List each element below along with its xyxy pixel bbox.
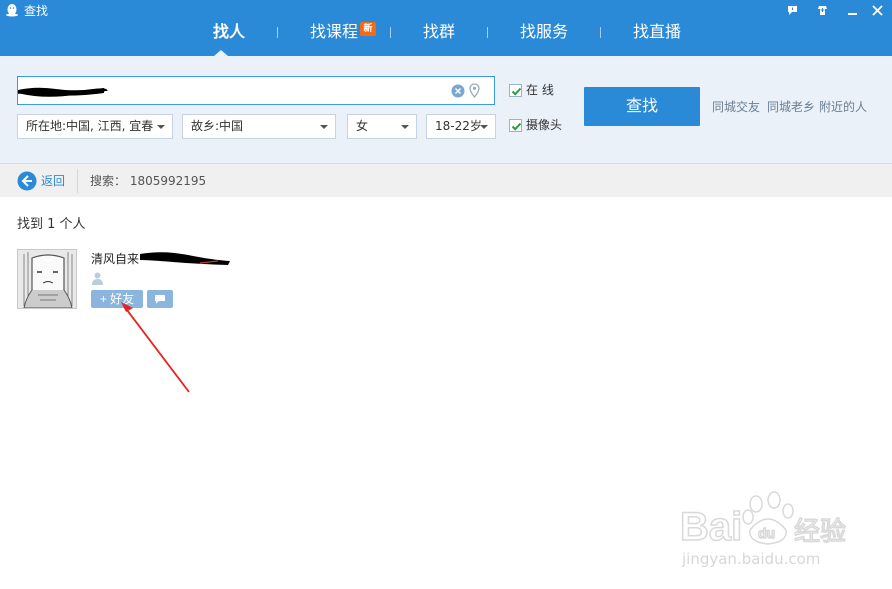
redaction-scribble xyxy=(17,87,108,97)
search-panel: 所在地:中国, 江西, 宜春 故乡:中国 女 18-22岁 在 线 摄像头 查找… xyxy=(0,56,892,163)
svg-text:Bai: Bai xyxy=(680,505,742,549)
chevron-down-icon xyxy=(401,125,409,129)
result-name[interactable]: 清风自来 xyxy=(91,252,139,266)
tab-divider xyxy=(600,27,601,38)
online-checkbox[interactable] xyxy=(509,84,522,97)
quick-link-nearby[interactable]: 附近的人 xyxy=(819,100,867,114)
search-query-label: 搜索： 1805992195 xyxy=(90,174,207,188)
camera-label: 摄像头 xyxy=(526,118,563,132)
annotation-arrow xyxy=(121,302,190,393)
tab-find-live[interactable]: 找直播 xyxy=(633,20,681,44)
back-link[interactable]: 返回 xyxy=(41,174,65,188)
person-icon xyxy=(92,272,103,285)
find-window: 查找 找人 找课程 新 找群 找服务 找直播 所在地:中国, 江西, 宜春 故乡… xyxy=(0,0,892,589)
chevron-down-icon xyxy=(157,125,165,129)
tab-find-people[interactable]: 找人 xyxy=(213,20,245,44)
avatar-sketch-image xyxy=(18,250,76,308)
gender-select[interactable]: 女 xyxy=(347,114,417,139)
redaction-scribble xyxy=(140,252,230,265)
camera-checkbox[interactable] xyxy=(509,119,522,132)
new-badge: 新 xyxy=(360,22,377,36)
avatar[interactable] xyxy=(17,249,77,309)
search-box xyxy=(17,76,495,105)
online-label: 在 线 xyxy=(526,83,554,97)
svg-text:du: du xyxy=(758,525,775,541)
tab-find-courses[interactable]: 找课程 新 xyxy=(310,20,377,44)
chevron-down-icon xyxy=(480,125,488,129)
chevron-down-icon xyxy=(320,125,328,129)
hometown-select[interactable]: 故乡:中国 xyxy=(182,114,336,139)
search-button[interactable]: 查找 xyxy=(584,87,700,126)
divider xyxy=(77,169,78,193)
breadcrumb: 返回 搜索： 1805992195 xyxy=(0,163,892,197)
tab-label: 找课程 xyxy=(310,22,359,41)
age-select[interactable]: 18-22岁 xyxy=(426,114,496,139)
back-arrow-icon[interactable] xyxy=(17,171,37,191)
tab-divider xyxy=(487,27,488,38)
tab-divider xyxy=(277,27,278,38)
watermark-url: jingyan.baidu.com xyxy=(682,550,821,568)
checkmark-icon xyxy=(511,87,522,96)
tab-find-groups[interactable]: 找群 xyxy=(423,20,455,44)
tab-divider xyxy=(390,27,391,38)
hometown-select-value: 故乡:中国 xyxy=(191,119,244,133)
svg-text:经验: 经验 xyxy=(794,517,846,547)
location-select[interactable]: 所在地:中国, 江西, 宜春 xyxy=(17,114,173,139)
age-select-value: 18-22岁 xyxy=(435,119,482,133)
result-count: 找到 1 个人 xyxy=(17,217,86,232)
location-select-value: 所在地:中国, 江西, 宜春 xyxy=(26,119,154,133)
checkmark-icon xyxy=(511,122,522,131)
header-bar: 查找 找人 找课程 新 找群 找服务 找直播 xyxy=(0,0,892,56)
main-tabs: 找人 找课程 新 找群 找服务 找直播 xyxy=(0,0,892,56)
gender-select-value: 女 xyxy=(356,119,369,133)
tab-find-services[interactable]: 找服务 xyxy=(520,20,568,44)
quick-link-local-friends[interactable]: 同城交友 xyxy=(712,100,760,114)
clear-icon[interactable] xyxy=(451,84,465,98)
quick-link-hometown[interactable]: 同城老乡 xyxy=(767,100,815,114)
location-pin-icon[interactable] xyxy=(469,83,480,98)
